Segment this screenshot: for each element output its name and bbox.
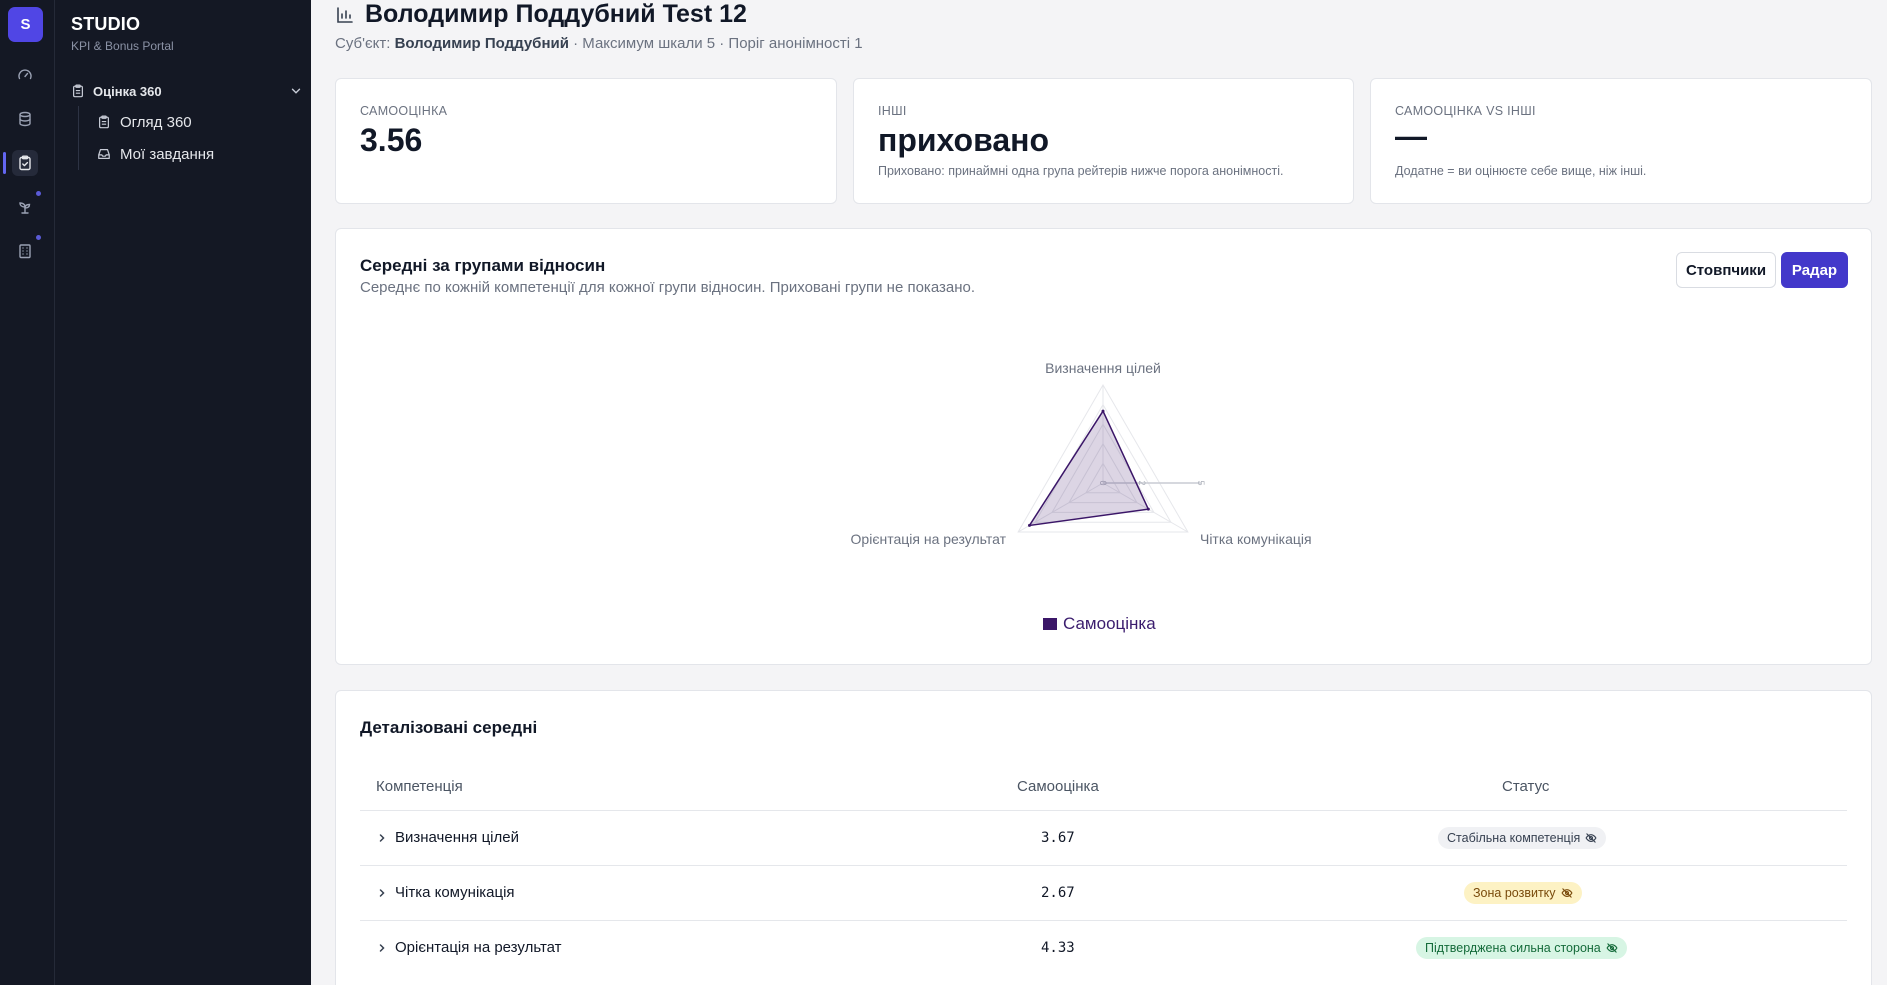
building-icon — [19, 244, 31, 259]
kpi-label: САМООЦІНКА VS ІНШІ — [1395, 104, 1536, 118]
subject-prefix: Суб'єкт: — [335, 35, 391, 52]
radar-category-label: Чітка комунікація — [1200, 531, 1312, 547]
sidebar-group-label: Оцінка 360 — [93, 83, 162, 99]
kpi-value: приховано — [878, 122, 1050, 158]
subject-line: Суб'єкт: Володимир Поддубний · Максимум … — [335, 35, 863, 52]
self-score: 4.33 — [1041, 940, 1075, 956]
details-card — [335, 690, 1872, 985]
radial-tick-label: 2 — [1137, 480, 1147, 485]
app-logo[interactable]: S — [8, 7, 43, 42]
page-title: Володимир Поддубний Test 12 — [335, 0, 747, 29]
kpi-label: САМООЦІНКА — [360, 104, 448, 118]
sidebar-item-label: Огляд 360 — [120, 113, 192, 131]
kpi-label: ІНШІ — [878, 104, 907, 118]
radar-category-label: Визначення цілей — [1045, 360, 1161, 376]
nav-tree-line — [78, 106, 79, 170]
table-row-toggle[interactable]: Чітка комунікація — [376, 884, 515, 901]
sidebar-item-label: Мої завдання — [120, 145, 215, 163]
subject-name: Володимир Поддубний — [394, 35, 569, 52]
chevron-right-icon — [379, 943, 385, 952]
competency-name: Чітка комунікація — [395, 884, 515, 901]
sidebar: STUDIO KPI & Bonus Portal Оцінка 360 Огл… — [55, 0, 311, 985]
eye-off-icon — [1606, 943, 1618, 953]
legend-swatch — [1043, 618, 1057, 630]
radar-point — [1146, 507, 1150, 511]
dashboard-nav-button[interactable] — [12, 62, 38, 88]
clipboard-icon — [99, 115, 109, 129]
section-title: Деталізовані середні — [360, 718, 538, 737]
evaluation-nav-button[interactable] — [12, 150, 38, 176]
self-score: 2.67 — [1041, 885, 1075, 901]
active-indicator — [3, 152, 6, 174]
bars-view-button[interactable]: Стовпчики — [1676, 252, 1776, 288]
radar-view-button[interactable]: Радар — [1781, 252, 1848, 288]
page-title-text: Володимир Поддубний Test 12 — [365, 0, 747, 28]
section-description: Середнє по кожній компетенції для кожної… — [360, 279, 975, 296]
table-divider — [360, 920, 1847, 921]
brand-subtitle: KPI & Bonus Portal — [71, 39, 174, 53]
sidebar-item-my-tasks[interactable]: Мої завдання — [97, 143, 214, 165]
kpi-value: 3.56 — [360, 122, 423, 158]
column-header: Самооцінка — [1017, 778, 1099, 795]
radar-point — [1028, 523, 1032, 527]
database-icon — [19, 111, 31, 127]
status-label: Стабільна компетенція — [1447, 831, 1581, 845]
clipboard-icon — [73, 84, 83, 98]
inbox-icon — [98, 149, 110, 159]
kpi-note: Приховано: принаймні одна група рейтерів… — [878, 164, 1284, 178]
kpi-note: Додатне = ви оцінюєте себе вище, ніж інш… — [1395, 164, 1647, 178]
radar-chart: 0 2 5Визначення цілейЧітка комунікаціяОріє… — [851, 360, 1312, 547]
icon-rail: S — [0, 0, 55, 985]
chart-legend[interactable]: Самооцінка — [1043, 614, 1156, 634]
kpi-value: — — [1395, 118, 1427, 154]
data-nav-button[interactable] — [12, 106, 38, 132]
chevron-right-icon — [379, 888, 385, 897]
column-header: Компетенція — [376, 778, 463, 795]
eye-off-icon — [1585, 833, 1597, 843]
chevron-down-icon[interactable] — [289, 84, 303, 98]
column-header: Статус — [1502, 778, 1550, 795]
brand-name: STUDIO — [71, 14, 141, 34]
radar-category-label: Орієнтація на результат — [851, 531, 1007, 547]
growth-nav-button[interactable] — [12, 194, 38, 220]
competency-name: Визначення цілей — [395, 829, 519, 846]
gauge-icon — [18, 69, 32, 80]
status-label: Підтверджена сильна сторона — [1425, 941, 1601, 955]
sidebar-group-evaluation-360[interactable]: Оцінка 360 — [71, 80, 303, 102]
chevron-right-icon — [379, 833, 385, 842]
radar-point — [1101, 409, 1105, 413]
status-badge: Підтверджена сильна сторона — [1416, 937, 1627, 959]
table-row-toggle[interactable]: Визначення цілей — [376, 829, 519, 846]
sidebar-item-overview-360[interactable]: Огляд 360 — [97, 111, 192, 133]
subject-meta: · Максимум шкали 5 · Поріг анонімності 1 — [573, 35, 863, 52]
kpi-card-self-vs-others — [1370, 78, 1872, 204]
table-divider — [360, 810, 1847, 811]
table-divider — [360, 865, 1847, 866]
eye-off-icon — [1561, 888, 1573, 898]
status-badge: Стабільна компетенція — [1438, 827, 1607, 849]
section-title: Середні за групами відносин — [360, 256, 606, 275]
bar-chart-icon — [337, 6, 353, 23]
radial-tick-label: 5 — [1196, 480, 1206, 485]
self-score: 3.67 — [1041, 830, 1075, 846]
clipboard-check-icon — [19, 155, 31, 171]
status-label: Зона розвитку — [1473, 886, 1556, 900]
plant-icon — [19, 202, 31, 214]
legend-label: Самооцінка — [1063, 614, 1156, 633]
notification-dot — [36, 235, 41, 240]
notification-dot — [36, 191, 41, 196]
status-badge: Зона розвитку — [1464, 882, 1582, 904]
org-nav-button[interactable] — [12, 238, 38, 264]
table-row-toggle[interactable]: Орієнтація на результат — [376, 939, 562, 956]
competency-name: Орієнтація на результат — [395, 939, 562, 956]
